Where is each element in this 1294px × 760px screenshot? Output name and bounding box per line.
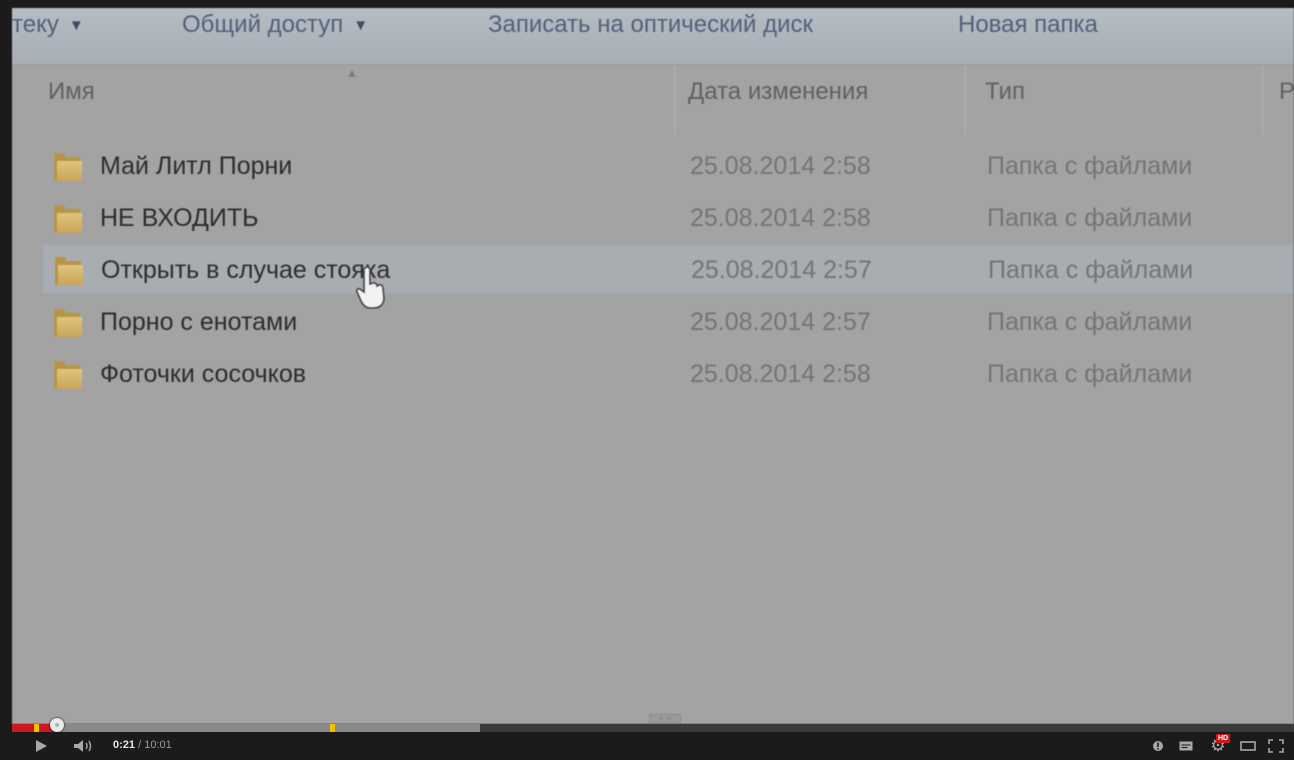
toolbar-burn-disc: Записать на оптический диск [488, 11, 813, 38]
time-separator: / [135, 739, 145, 751]
column-divider [674, 66, 675, 136]
file-name: Открыть в случае стояка [101, 256, 391, 284]
file-row: Порно с енотами 25.08.2014 2:57 Папка с … [42, 297, 1294, 347]
mouse-cursor-icon [355, 266, 385, 309]
toolbar-add-to-library: теку ▼ [12, 11, 84, 38]
video-player: теку ▼ Общий доступ ▼ Записать на оптическ… [0, 0, 1294, 760]
column-header-date: Дата изменения [688, 78, 869, 105]
expand-handle[interactable]: ⌃⌃ [649, 714, 681, 724]
progress-scrubber[interactable] [49, 718, 64, 732]
file-date: 25.08.2014 2:58 [690, 204, 871, 232]
folder-icon [54, 153, 82, 181]
hd-badge: HD [1216, 734, 1231, 743]
folder-icon [54, 361, 82, 389]
time-display: 0:21 / 10:01 [113, 732, 172, 759]
file-type: Папка с файлами [988, 256, 1194, 284]
column-divider [965, 66, 966, 136]
file-date: 25.08.2014 2:57 [691, 256, 872, 284]
progress-bar[interactable] [12, 718, 1294, 732]
file-type: Папка с файлами [987, 204, 1193, 232]
file-row: НЕ ВХОДИТЬ 25.08.2014 2:58 Папка с файла… [42, 193, 1294, 243]
file-date: 25.08.2014 2:57 [690, 308, 871, 336]
column-header-size: Р [1279, 78, 1294, 105]
file-type: Папка с файлами [987, 360, 1193, 388]
column-header-type: Тип [985, 78, 1026, 105]
toolbar-new-folder: Новая папка [958, 11, 1098, 38]
captions-button[interactable] [1175, 732, 1197, 760]
file-date: 25.08.2014 2:58 [690, 360, 871, 388]
captions-icon [1179, 741, 1193, 751]
explorer-toolbar: теку ▼ Общий доступ ▼ Записать на оптическ… [12, 8, 1294, 66]
file-row: Май Литл Порни 25.08.2014 2:58 Папка с ф… [42, 141, 1294, 191]
file-row-hovered: Открыть в случае стояка 25.08.2014 2:57 … [42, 244, 1294, 294]
volume-button[interactable] [70, 732, 98, 760]
chapter-marker [329, 724, 335, 732]
dropdown-arrow-icon: ▼ [353, 17, 369, 34]
video-frame[interactable]: теку ▼ Общий доступ ▼ Записать на оптическ… [12, 8, 1294, 724]
annotations-button[interactable] [1148, 732, 1168, 760]
dropdown-arrow-icon: ▼ [68, 17, 84, 34]
volume-icon [74, 740, 92, 752]
file-row: Фоточки сосочков 25.08.2014 2:58 Папка с… [42, 349, 1294, 399]
file-name: Фоточки сосочков [100, 360, 307, 388]
player-controls: 0:21 / 10:01 ⚙ HD [0, 732, 1294, 760]
theater-mode-icon [1240, 741, 1256, 751]
theater-mode-button[interactable] [1236, 732, 1260, 760]
file-name: Май Литл Порни [100, 152, 293, 180]
duration: 10:01 [144, 739, 172, 751]
file-date: 25.08.2014 2:58 [690, 152, 871, 180]
current-time: 0:21 [113, 739, 136, 751]
play-button[interactable] [28, 732, 54, 760]
fullscreen-icon [1268, 739, 1284, 753]
file-name: НЕ ВХОДИТЬ [100, 204, 259, 232]
file-type: Папка с файлами [987, 152, 1193, 180]
file-type: Папка с файлами [987, 308, 1193, 336]
settings-button[interactable]: ⚙ HD [1205, 732, 1231, 760]
folder-icon [54, 205, 82, 233]
progress-buffered [12, 724, 480, 732]
sort-caret-icon: ▲ [346, 66, 358, 80]
annotations-icon [1153, 741, 1163, 751]
folder-icon [54, 309, 82, 337]
folder-icon [55, 257, 83, 285]
file-name: Порно с енотами [100, 308, 298, 336]
fullscreen-button[interactable] [1264, 732, 1288, 760]
play-icon [36, 740, 47, 752]
chapter-marker [33, 724, 39, 732]
column-header-name: Имя [48, 78, 95, 105]
toolbar-share: Общий доступ ▼ [182, 11, 369, 38]
column-divider [1262, 66, 1263, 136]
